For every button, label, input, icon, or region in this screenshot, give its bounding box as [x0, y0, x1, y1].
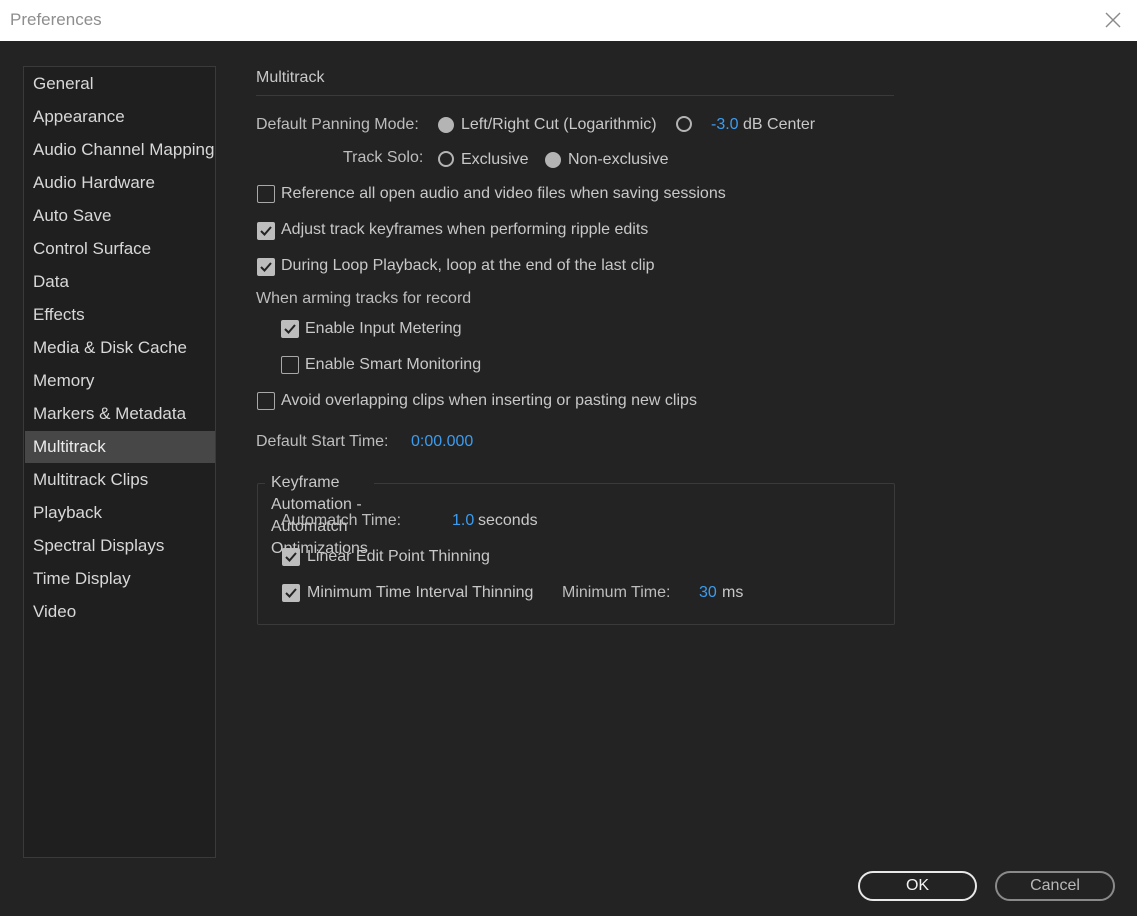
- sidebar-item-memory[interactable]: Memory: [25, 365, 215, 397]
- reference-all-files-label[interactable]: Reference all open audio and video files…: [281, 183, 726, 205]
- min-interval-thinning-checkbox[interactable]: [282, 584, 300, 602]
- min-interval-thinning-label[interactable]: Minimum Time Interval Thinning: [307, 582, 533, 604]
- section-title: Multitrack: [256, 69, 325, 86]
- cancel-button[interactable]: Cancel: [995, 871, 1115, 901]
- sidebar-item-appearance[interactable]: Appearance: [25, 101, 215, 133]
- panning-db-center-label: dB Center: [743, 116, 816, 133]
- panning-mode-label: Default Panning Mode:: [256, 116, 419, 133]
- sidebar-item-audio-channel-mapping[interactable]: Audio Channel Mapping: [25, 134, 215, 166]
- track-solo-label: Track Solo:: [343, 149, 424, 166]
- track-solo-exclusive-radio[interactable]: [438, 151, 454, 167]
- avoid-overlapping-checkbox[interactable]: [257, 392, 275, 410]
- track-solo-exclusive-label[interactable]: Exclusive: [461, 149, 529, 171]
- sidebar-item-time-display[interactable]: Time Display: [25, 563, 215, 595]
- enable-smart-monitoring-label[interactable]: Enable Smart Monitoring: [305, 354, 481, 376]
- panning-left-right-cut-label[interactable]: Left/Right Cut (Logarithmic): [461, 114, 657, 136]
- enable-smart-monitoring-checkbox[interactable]: [281, 356, 299, 374]
- avoid-overlapping-label[interactable]: Avoid overlapping clips when inserting o…: [281, 390, 697, 412]
- sidebar-item-data[interactable]: Data: [25, 266, 215, 298]
- default-start-time-label: Default Start Time:: [256, 433, 389, 450]
- panning-db-value[interactable]: -3.0: [711, 114, 739, 136]
- reference-all-files-checkbox[interactable]: [257, 185, 275, 203]
- track-solo-non-exclusive-radio[interactable]: [545, 152, 561, 168]
- adjust-keyframes-checkbox[interactable]: [257, 222, 275, 240]
- checkmark-icon: [260, 262, 272, 272]
- checkmark-icon: [285, 588, 297, 598]
- sidebar-item-auto-save[interactable]: Auto Save: [25, 200, 215, 232]
- checkmark-icon: [260, 226, 272, 236]
- automatch-time-value[interactable]: 1.0: [452, 510, 474, 532]
- sidebar-item-audio-hardware[interactable]: Audio Hardware: [25, 167, 215, 199]
- automatch-time-label: Automatch Time:: [281, 512, 402, 529]
- minimum-time-value[interactable]: 30: [699, 582, 717, 604]
- close-icon[interactable]: [1103, 10, 1123, 30]
- title-bar: Preferences: [0, 0, 1137, 41]
- panning-left-right-cut-radio[interactable]: [438, 117, 454, 133]
- sidebar-item-markers-metadata[interactable]: Markers & Metadata: [25, 398, 215, 430]
- sidebar-item-effects[interactable]: Effects: [25, 299, 215, 331]
- panning-db-center-radio[interactable]: [676, 116, 692, 132]
- ok-button[interactable]: OK: [858, 871, 977, 901]
- preferences-category-list: General Appearance Audio Channel Mapping…: [23, 66, 216, 858]
- sidebar-item-multitrack[interactable]: Multitrack: [25, 431, 215, 463]
- automatch-time-unit: seconds: [478, 512, 538, 529]
- linear-edit-thinning-label[interactable]: Linear Edit Point Thinning: [307, 546, 490, 568]
- adjust-keyframes-label[interactable]: Adjust track keyframes when performing r…: [281, 219, 648, 241]
- loop-playback-label[interactable]: During Loop Playback, loop at the end of…: [281, 255, 655, 277]
- section-divider: [256, 95, 894, 96]
- linear-edit-thinning-checkbox[interactable]: [282, 548, 300, 566]
- checkmark-icon: [284, 324, 296, 334]
- sidebar-item-playback[interactable]: Playback: [25, 497, 215, 529]
- arming-tracks-label: When arming tracks for record: [256, 290, 472, 307]
- minimum-time-label: Minimum Time:: [562, 584, 671, 601]
- window-title: Preferences: [10, 10, 102, 29]
- default-start-time-value[interactable]: 0:00.000: [411, 431, 473, 453]
- sidebar-item-multitrack-clips[interactable]: Multitrack Clips: [25, 464, 215, 496]
- sidebar-item-media-disk-cache[interactable]: Media & Disk Cache: [25, 332, 215, 364]
- sidebar-item-general[interactable]: General: [25, 68, 215, 100]
- enable-input-metering-label[interactable]: Enable Input Metering: [305, 318, 462, 340]
- loop-playback-checkbox[interactable]: [257, 258, 275, 276]
- sidebar-item-video[interactable]: Video: [25, 596, 215, 628]
- minimum-time-unit: ms: [722, 584, 744, 601]
- enable-input-metering-checkbox[interactable]: [281, 320, 299, 338]
- sidebar-item-control-surface[interactable]: Control Surface: [25, 233, 215, 265]
- checkmark-icon: [285, 552, 297, 562]
- track-solo-non-exclusive-label[interactable]: Non-exclusive: [568, 149, 668, 171]
- sidebar-item-spectral-displays[interactable]: Spectral Displays: [25, 530, 215, 562]
